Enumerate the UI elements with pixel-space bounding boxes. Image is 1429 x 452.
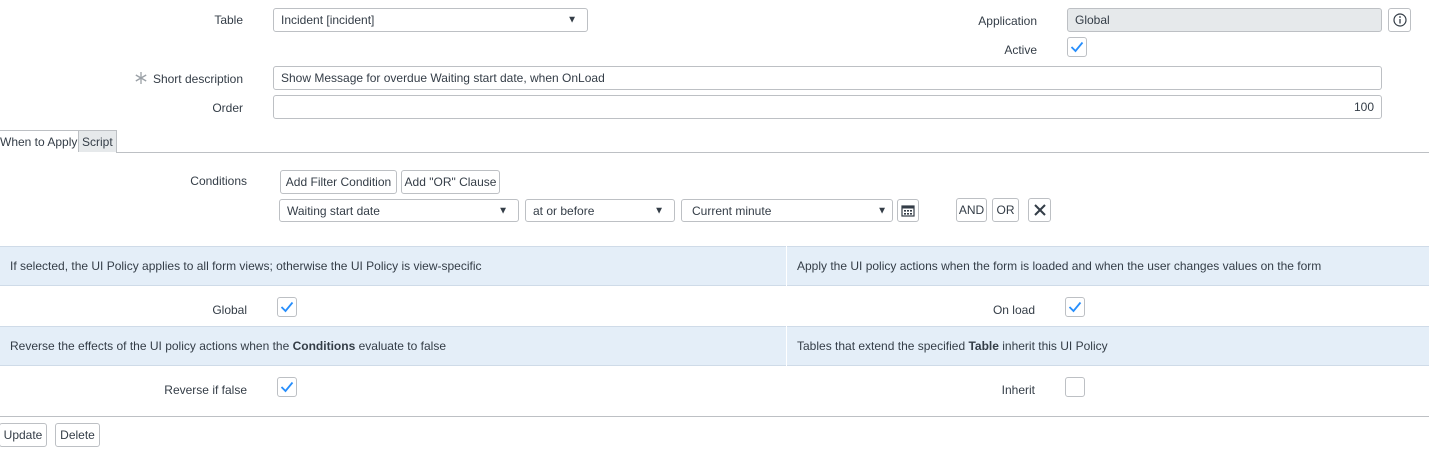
reverse-label: Reverse if false [164, 383, 247, 397]
application-label: Application [978, 14, 1037, 28]
add-filter-condition-button[interactable]: Add Filter Condition [280, 170, 397, 194]
asterisk-icon [134, 71, 148, 85]
condition-value-select[interactable]: Current minute ▼ [681, 199, 893, 222]
chevron-down-icon: ▼ [654, 205, 664, 216]
update-button[interactable]: Update [0, 423, 47, 447]
remove-condition-button[interactable] [1028, 198, 1051, 222]
inherit-help-post: inherit this UI Policy [998, 339, 1108, 353]
calendar-button[interactable] [897, 199, 919, 222]
delete-button[interactable]: Delete [55, 423, 100, 447]
chevron-down-icon: ▼ [498, 205, 508, 216]
inherit-help-bold: Table [968, 339, 999, 353]
reverse-help-band: Reverse the effects of the UI policy act… [0, 326, 786, 366]
reverse-help-bold: Conditions [292, 339, 356, 353]
inherit-help-pre: Tables that extend the specified [797, 339, 969, 353]
onload-checkbox[interactable] [1065, 297, 1085, 317]
order-input[interactable]: 100 [273, 95, 1382, 119]
check-icon [280, 381, 294, 393]
tab-divider [116, 152, 1429, 153]
global-help-text: If selected, the UI Policy applies to al… [10, 259, 482, 273]
reverse-help-post: evaluate to false [355, 339, 446, 353]
application-value: Global [1075, 13, 1110, 27]
info-icon [1392, 13, 1407, 27]
application-info-button[interactable] [1388, 8, 1411, 32]
reverse-help-pre: Reverse the effects of the UI policy act… [10, 339, 293, 353]
short-description-label: Short description [152, 72, 243, 86]
short-description-value: Show Message for overdue Waiting start d… [281, 71, 605, 85]
chevron-down-icon: ▼ [877, 205, 887, 216]
tab-when-to-apply[interactable]: When to Apply [0, 130, 82, 152]
calendar-icon [901, 205, 915, 217]
order-value: 100 [1353, 100, 1374, 114]
conditions-label: Conditions [190, 174, 247, 188]
inherit-checkbox[interactable] [1065, 377, 1085, 397]
inherit-label: Inherit [1001, 383, 1035, 397]
global-checkbox[interactable] [277, 297, 297, 317]
check-icon [1070, 41, 1084, 53]
onload-help-text: Apply the UI policy actions when the for… [797, 259, 1322, 273]
tab-script[interactable]: Script [78, 130, 117, 152]
and-button[interactable]: AND [956, 198, 987, 222]
active-label: Active [1004, 43, 1037, 57]
condition-value-value: Current minute [692, 203, 772, 218]
global-label: Global [212, 303, 247, 317]
global-help-band: If selected, the UI Policy applies to al… [0, 246, 786, 286]
onload-label: On load [992, 303, 1035, 317]
reverse-checkbox[interactable] [277, 377, 297, 397]
tab-when-to-apply-label: When to Apply [0, 134, 78, 149]
check-icon [280, 301, 294, 313]
application-field: Global [1067, 8, 1382, 32]
tab-script-label: Script [82, 134, 113, 149]
chevron-down-icon: ▼ [567, 14, 577, 26]
table-label: Table [214, 13, 243, 27]
table-select[interactable]: Incident [incident] ▼ [273, 8, 588, 32]
condition-operator-value: at or before [533, 203, 595, 218]
short-description-input[interactable]: Show Message for overdue Waiting start d… [273, 66, 1382, 90]
condition-field-select[interactable]: Waiting start date ▼ [279, 199, 519, 222]
check-icon [1068, 301, 1082, 313]
add-or-clause-button[interactable]: Add "OR" Clause [401, 170, 500, 194]
condition-field-value: Waiting start date [287, 203, 380, 218]
actions-divider [0, 416, 1429, 417]
inherit-help-band: Tables that extend the specified Table i… [787, 326, 1429, 366]
close-icon [1033, 204, 1046, 216]
onload-help-band: Apply the UI policy actions when the for… [787, 246, 1429, 286]
table-select-value: Incident [incident] [281, 13, 375, 27]
active-checkbox[interactable] [1067, 37, 1087, 57]
order-label: Order [212, 101, 243, 115]
or-button[interactable]: OR [992, 198, 1019, 222]
condition-operator-select[interactable]: at or before ▼ [525, 199, 675, 222]
